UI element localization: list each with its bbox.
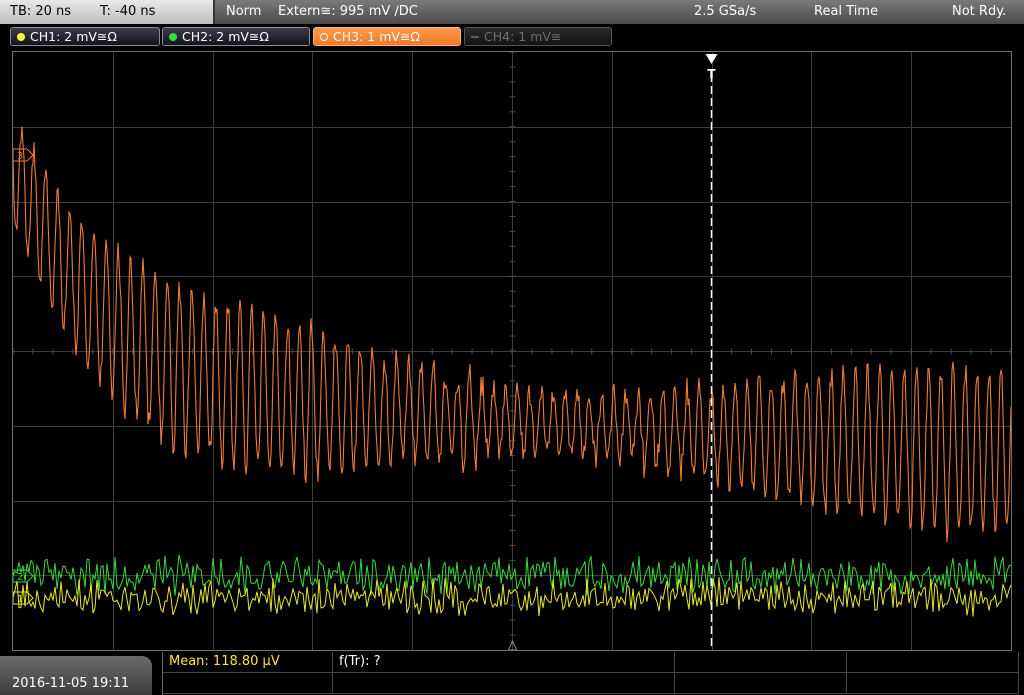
datetime-label: 2016-11-05 19:11 xyxy=(12,676,130,691)
ch4-off-icon xyxy=(471,36,479,38)
channel-tab-row: CH1: 2 mV≅Ω CH2: 2 mV≅Ω CH3: 1 mV≅Ω CH4:… xyxy=(0,24,1024,50)
measurement-cell-empty-3[interactable] xyxy=(163,673,333,694)
acquisition-mode-label[interactable]: Real Time xyxy=(814,4,878,19)
trigger-source-label[interactable]: Extern≅: 995 mV ∕DC xyxy=(278,4,418,19)
ch3-offset-marker: 3 xyxy=(13,148,34,162)
tab-ch2[interactable]: CH2: 2 mV≅Ω xyxy=(162,27,310,46)
ch2-offset-marker-label: 2 xyxy=(17,572,23,583)
timebase-label: TB: 20 ns xyxy=(10,4,72,19)
datetime-display: 2016-11-05 19:11 xyxy=(0,656,152,695)
acquisition-status-label: Not Rdy. xyxy=(952,4,1007,19)
tab-ch4[interactable]: CH4: 1 mV≅ xyxy=(464,27,612,46)
measurement-cell-freq[interactable]: f(Tr): ? xyxy=(333,652,675,673)
sample-rate-label: 2.5 GSa/s xyxy=(694,4,757,19)
status-bar: TB: 20 ns T: -40 ns Norm Extern≅: 995 mV… xyxy=(0,0,1024,24)
measurement-cell-empty-6[interactable] xyxy=(847,673,1019,694)
trigger-mode-label[interactable]: Norm xyxy=(226,4,261,19)
tab-ch3-label: CH3: 1 mV≅Ω xyxy=(333,29,420,44)
ch2-color-dot-icon xyxy=(169,33,177,41)
measurement-panel[interactable]: Mean: 118.80 µV f(Tr): ? xyxy=(162,652,1020,695)
trigger-offset-label: T: -40 ns xyxy=(100,4,156,19)
waveform-display[interactable]: T 3 2 1 xyxy=(12,51,1012,651)
measurement-cell-empty-5[interactable] xyxy=(675,673,847,694)
ch1-color-dot-icon xyxy=(17,33,25,41)
ch1-offset-marker-label: 1 xyxy=(17,594,23,605)
trigger-position-arrow-icon xyxy=(705,54,718,64)
tab-ch2-label: CH2: 2 mV≅Ω xyxy=(182,29,269,44)
bottom-bar: 2016-11-05 19:11 Mean: 118.80 µV f(Tr): … xyxy=(0,652,1024,695)
tab-ch4-label: CH4: 1 mV≅ xyxy=(484,29,562,44)
graticule-grid xyxy=(13,52,1011,650)
timebase-box[interactable]: TB: 20 ns T: -40 ns xyxy=(0,0,215,24)
tab-ch3[interactable]: CH3: 1 mV≅Ω xyxy=(313,27,461,46)
measurement-freq-label: f(Tr): ? xyxy=(339,654,381,669)
measurement-cell-mean[interactable]: Mean: 118.80 µV xyxy=(163,652,333,673)
measurement-cell-empty-1[interactable] xyxy=(675,652,847,673)
measurement-cell-empty-2[interactable] xyxy=(847,652,1019,673)
ch3-color-dot-icon xyxy=(320,33,328,41)
waveform-canvas: T 3 2 1 xyxy=(13,52,1011,650)
ch3-offset-marker-label: 3 xyxy=(17,151,23,162)
measurement-mean-label: Mean: 118.80 µV xyxy=(169,654,280,669)
measurement-cell-empty-4[interactable] xyxy=(333,673,675,694)
tab-ch1[interactable]: CH1: 2 mV≅Ω xyxy=(10,27,160,46)
trigger-label: T xyxy=(707,67,716,81)
tab-ch1-label: CH1: 2 mV≅Ω xyxy=(30,29,117,44)
